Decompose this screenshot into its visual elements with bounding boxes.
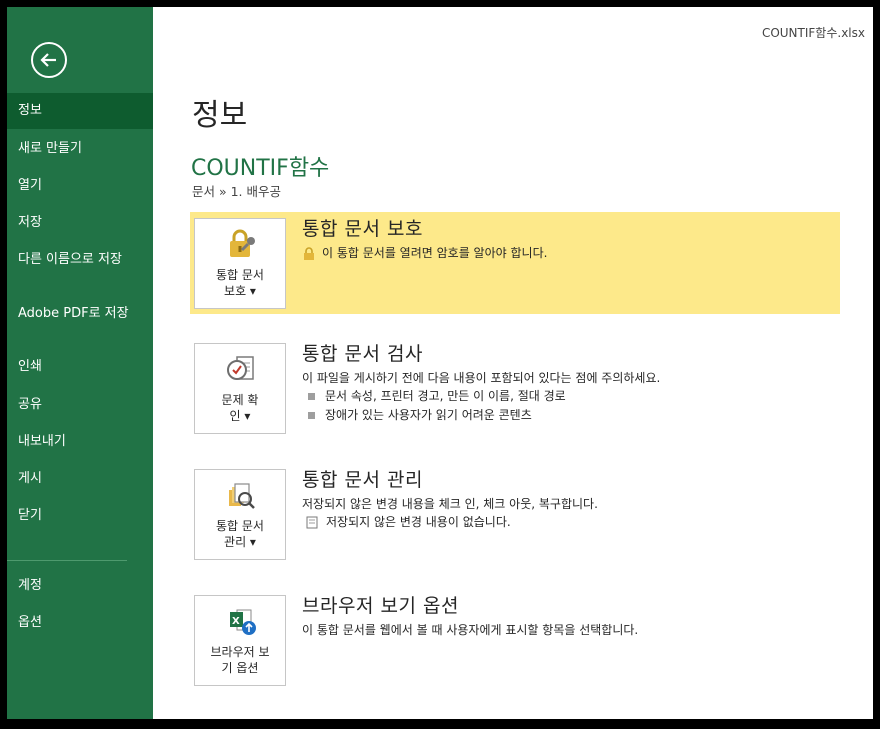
- sidebar-item-save[interactable]: 저장: [7, 203, 153, 240]
- inspect-bullet-text: 장애가 있는 사용자가 읽기 어려운 콘텐츠: [325, 408, 532, 422]
- back-button[interactable]: [31, 42, 67, 78]
- sidebar-nav: 정보 새로 만들기 열기 저장 다른 이름으로 저장 Adobe PDF로 저장…: [7, 93, 153, 642]
- check-issues-button[interactable]: 문제 확인 ▾: [194, 343, 286, 434]
- protect-workbook-desc: 이 통합 문서를 열려면 암호를 알아야 합니다.: [322, 246, 548, 260]
- sidebar-item-close[interactable]: 닫기: [7, 497, 153, 537]
- browser-view-options-button[interactable]: X 브라우저 보기 옵션: [194, 595, 286, 686]
- manage-workbook-button-label: 통합 문서 관리 ▾: [216, 519, 264, 549]
- protect-workbook-desc-row: 이 통합 문서를 열려면 암호를 알아야 합니다.: [302, 245, 832, 262]
- browser-view-body: 브라우저 보기 옵션 이 통합 문서를 웹에서 볼 때 사용자에게 표시할 항목…: [302, 594, 832, 639]
- browser-view-options-button-label: 브라우저 보기 옵션: [210, 645, 270, 675]
- manage-workbook-desc: 저장되지 않은 변경 내용을 체크 인, 체크 아웃, 복구합니다.: [302, 497, 598, 511]
- sidebar-item-options[interactable]: 옵션: [7, 605, 153, 642]
- inspect-bullet-text: 문서 속성, 프린터 경고, 만든 이 이름, 절대 경로: [325, 389, 566, 403]
- manage-note-row: 저장되지 않은 변경 내용이 없습니다.: [302, 513, 832, 532]
- inspect-workbook-section: 문제 확인 ▾ 통합 문서 검사 이 파일을 게시하기 전에 다음 내용이 포함…: [190, 337, 840, 439]
- manage-workbook-body: 통합 문서 관리 저장되지 않은 변경 내용을 체크 인, 체크 아웃, 복구합…: [302, 468, 832, 532]
- inspect-workbook-body: 통합 문서 검사 이 파일을 게시하기 전에 다음 내용이 포함되어 있다는 점…: [302, 342, 832, 425]
- manage-versions-icon: [229, 483, 255, 509]
- lock-key-icon: [230, 229, 255, 257]
- page-title: 정보: [192, 98, 248, 133]
- protect-workbook-button[interactable]: 통합 문서 보호 ▾: [194, 218, 286, 309]
- manage-workbook-section: 통합 문서 관리 ▾ 통합 문서 관리 저장되지 않은 변경 내용을 체크 인,…: [190, 463, 840, 565]
- browser-view-section: X 브라우저 보기 옵션 브라우저 보기 옵션 이 통합 문서를 웹에서 볼 때…: [190, 589, 840, 691]
- bullet-square: [308, 411, 315, 419]
- inspect-bullet: 문서 속성, 프린터 경고, 만든 이 이름, 절대 경로: [302, 387, 832, 406]
- browser-view-desc: 이 통합 문서를 웹에서 볼 때 사용자에게 표시할 항목을 선택합니다.: [302, 623, 639, 637]
- backstage-sidebar: 정보 새로 만들기 열기 저장 다른 이름으로 저장 Adobe PDF로 저장…: [7, 7, 153, 719]
- sidebar-item-adobe-pdf[interactable]: Adobe PDF로 저장: [7, 296, 153, 349]
- document-icon: [306, 516, 318, 529]
- sidebar-item-print[interactable]: 인쇄: [7, 349, 153, 386]
- manage-workbook-button[interactable]: 통합 문서 관리 ▾: [194, 469, 286, 560]
- sidebar-item-share[interactable]: 공유: [7, 386, 153, 423]
- bullet-square: [308, 392, 315, 400]
- sidebar-item-new[interactable]: 새로 만들기: [7, 129, 153, 166]
- excel-browser-icon: X: [230, 609, 256, 635]
- back-arrow-icon: [40, 53, 56, 67]
- protect-workbook-title: 통합 문서 보호: [302, 218, 423, 240]
- check-issues-button-label: 문제 확인 ▾: [221, 393, 259, 423]
- sidebar-item-account[interactable]: 계정: [7, 568, 153, 605]
- protect-workbook-body: 통합 문서 보호 이 통합 문서를 열려면 암호를 알아야 합니다.: [302, 217, 832, 262]
- protect-workbook-button-label: 통합 문서 보호 ▾: [216, 268, 264, 298]
- inspect-workbook-desc: 이 파일을 게시하기 전에 다음 내용이 포함되어 있다는 점에 주의하세요.: [302, 371, 661, 385]
- excel-backstage-window: 정보 새로 만들기 열기 저장 다른 이름으로 저장 Adobe PDF로 저장…: [7, 7, 873, 719]
- sidebar-item-export[interactable]: 내보내기: [7, 423, 153, 460]
- svg-text:X: X: [232, 616, 240, 627]
- manage-note: 저장되지 않은 변경 내용이 없습니다.: [326, 515, 511, 529]
- sidebar-item-publish[interactable]: 게시: [7, 460, 153, 497]
- inspect-workbook-title: 통합 문서 검사: [302, 343, 423, 365]
- inspect-document-icon: [227, 356, 254, 380]
- manage-workbook-title: 통합 문서 관리: [302, 469, 423, 491]
- browser-view-title: 브라우저 보기 옵션: [302, 595, 459, 617]
- sidebar-item-open[interactable]: 열기: [7, 166, 153, 203]
- lock-small-icon: [304, 246, 314, 260]
- inspect-bullet: 장애가 있는 사용자가 읽기 어려운 콘텐츠: [302, 406, 832, 425]
- sidebar-item-info[interactable]: 정보: [7, 93, 153, 129]
- breadcrumb: 문서 » 1. 배우공: [192, 184, 281, 199]
- backstage-main: 정보 COUNTIF함수 문서 » 1. 배우공 통합 문서 보호 ▾ 통합 문…: [153, 7, 873, 719]
- protect-workbook-section: 통합 문서 보호 ▾ 통합 문서 보호 이 통합 문서를 열려면 암호를 알아야…: [190, 212, 840, 314]
- document-name: COUNTIF함수: [191, 156, 330, 181]
- sidebar-item-save-as[interactable]: 다른 이름으로 저장: [7, 240, 153, 296]
